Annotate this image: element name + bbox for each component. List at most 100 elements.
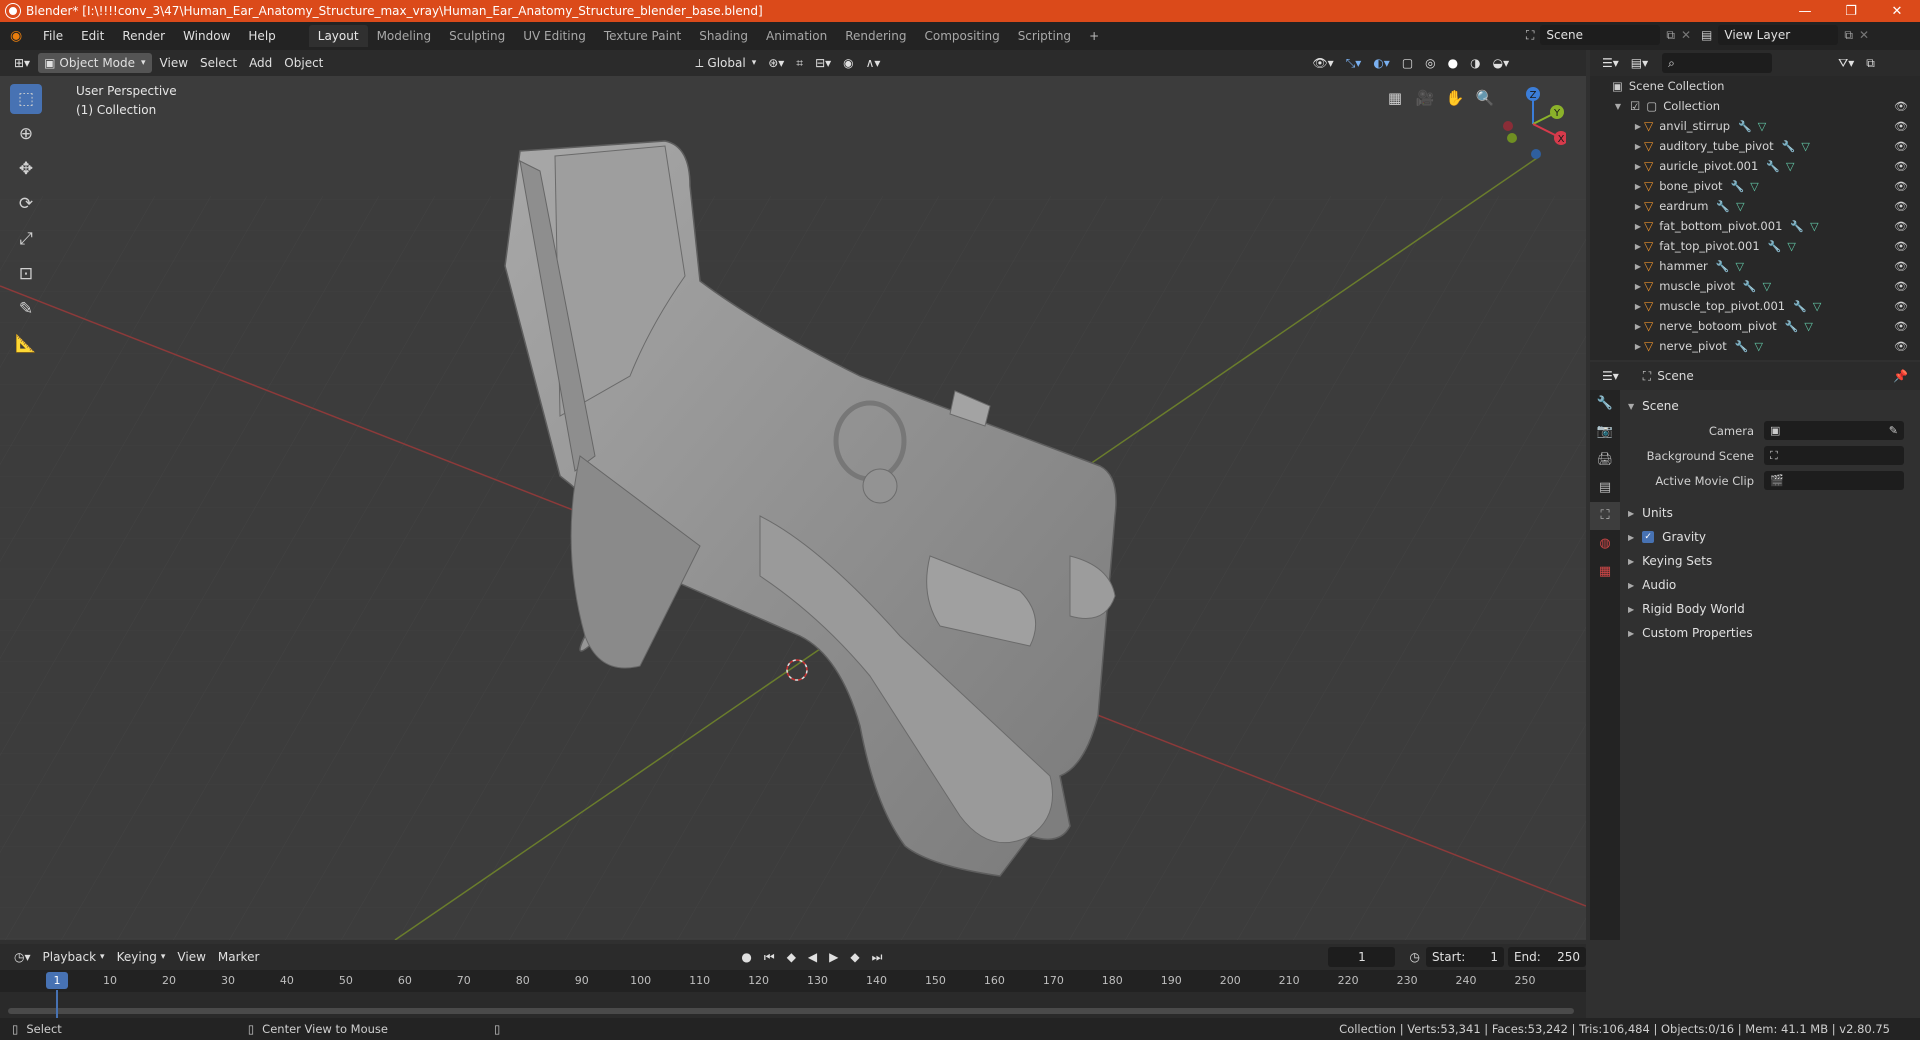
navigation-gizmo[interactable]: Z Y X <box>1500 86 1566 162</box>
record-button[interactable]: ● <box>735 947 757 967</box>
background-scene-field[interactable]: ⛶ <box>1764 446 1904 465</box>
tab-uv-editing[interactable]: UV Editing <box>514 25 595 47</box>
tool-tab-icon[interactable]: 🔧 <box>1590 390 1620 418</box>
proportional-edit-icon[interactable]: ◉ <box>837 53 859 73</box>
new-scene-icon[interactable]: ⧉ <box>1666 28 1675 43</box>
modifier-wrench-icon[interactable]: 🔧 <box>1768 240 1782 253</box>
menu-window[interactable]: Window <box>174 29 239 43</box>
tab-shading[interactable]: Shading <box>690 25 757 47</box>
units-section[interactable]: ▶ Units <box>1620 501 1920 525</box>
mesh-data-icon[interactable]: ▽ <box>1787 240 1795 253</box>
modifier-wrench-icon[interactable]: 🔧 <box>1793 300 1807 313</box>
menu-add[interactable]: Add <box>243 53 278 73</box>
texture-tab-icon[interactable]: ▦ <box>1590 558 1620 586</box>
timeline-scrollbar[interactable] <box>8 1008 1574 1014</box>
expand-object-icon[interactable]: ▶ <box>1632 122 1644 131</box>
outliner-item[interactable]: ▶ ▽ hammer 🔧 ▽ 👁 <box>1590 256 1920 276</box>
play-button[interactable]: ▶ <box>823 947 844 967</box>
menu-timeline-view[interactable]: View <box>171 947 211 967</box>
scene-panel-header[interactable]: ▼ Scene <box>1620 394 1920 418</box>
tab-rendering[interactable]: Rendering <box>836 25 915 47</box>
outliner-collection[interactable]: ▼ ☑ ▢ Collection 👁 <box>1590 96 1920 116</box>
cursor-tool-icon[interactable]: ⊕ <box>10 119 42 149</box>
outliner-item[interactable]: ▶ ▽ muscle_top_pivot.001 🔧 ▽ 👁 <box>1590 296 1920 316</box>
eyedropper-icon[interactable]: ✎ <box>1889 424 1898 437</box>
playhead-line[interactable] <box>56 990 58 1018</box>
outliner-item[interactable]: ▶ ▽ fat_top_pivot.001 🔧 ▽ 👁 <box>1590 236 1920 256</box>
visibility-eye-icon[interactable]: 👁 <box>1894 320 1908 333</box>
mesh-data-icon[interactable]: ▽ <box>1786 160 1794 173</box>
end-frame-field[interactable]: End: 250 <box>1507 947 1586 967</box>
rotate-tool-icon[interactable]: ⟳ <box>10 189 42 219</box>
scale-tool-icon[interactable]: ⤢ <box>10 224 42 254</box>
view-layer-icon[interactable]: ▤ <box>1701 28 1712 42</box>
menu-keying[interactable]: Keying ▾ <box>111 947 172 967</box>
gravity-section[interactable]: ▶ ✓ Gravity <box>1620 525 1920 549</box>
modifier-wrench-icon[interactable]: 🔧 <box>1790 220 1804 233</box>
play-reverse-button[interactable]: ◀ <box>802 947 823 967</box>
select-box-tool-icon[interactable]: ⬚ <box>10 84 42 114</box>
expand-object-icon[interactable]: ▶ <box>1632 262 1644 271</box>
menu-help[interactable]: Help <box>239 29 284 43</box>
rigid-body-world-section[interactable]: ▶ Rigid Body World <box>1620 597 1920 621</box>
menu-render[interactable]: Render <box>113 29 174 43</box>
snap-icon[interactable]: ⌗ <box>790 53 809 73</box>
minimize-button[interactable]: — <box>1782 0 1828 22</box>
mesh-data-icon[interactable]: ▽ <box>1736 200 1744 213</box>
tab-animation[interactable]: Animation <box>757 25 836 47</box>
jump-start-button[interactable]: ⏮ <box>758 947 781 967</box>
audio-section[interactable]: ▶ Audio <box>1620 573 1920 597</box>
expand-object-icon[interactable]: ▶ <box>1632 242 1644 251</box>
transform-tool-icon[interactable]: ⊡ <box>10 259 42 289</box>
visibility-eye-icon[interactable]: 👁 <box>1894 200 1908 213</box>
scene-icon[interactable]: ⛶ <box>1526 28 1534 43</box>
maximize-button[interactable]: ❐ <box>1828 0 1874 22</box>
grid-view-icon[interactable]: ▦ <box>1380 86 1410 110</box>
modifier-wrench-icon[interactable]: 🔧 <box>1716 200 1730 213</box>
move-tool-icon[interactable]: ✥ <box>10 154 42 184</box>
3d-viewport[interactable]: User Perspective (1) Collection ▦ 🎥 ✋ 🔍 … <box>0 76 1586 940</box>
world-tab-icon[interactable]: ◍ <box>1590 530 1620 558</box>
properties-editor-type-icon[interactable]: ☰▾ <box>1596 366 1625 386</box>
outliner-item[interactable]: ▶ ▽ auditory_tube_pivot 🔧 ▽ 👁 <box>1590 136 1920 156</box>
blender-menu-icon[interactable]: ◉ <box>10 28 26 44</box>
outliner-item[interactable]: ▶ ▽ bone_pivot 🔧 ▽ 👁 <box>1590 176 1920 196</box>
visibility-eye-icon[interactable]: 👁 <box>1894 300 1908 313</box>
expand-object-icon[interactable]: ▶ <box>1632 162 1644 171</box>
active-movie-clip-field[interactable]: 🎬 <box>1764 471 1904 490</box>
outliner-item[interactable]: ▶ ▽ anvil_stirrup 🔧 ▽ 👁 <box>1590 116 1920 136</box>
outliner-search-input[interactable]: ⌕ <box>1662 53 1773 73</box>
mesh-data-icon[interactable]: ▽ <box>1763 280 1771 293</box>
orientation-selector[interactable]: ⟂ Global ▾ <box>689 53 762 73</box>
modifier-wrench-icon[interactable]: 🔧 <box>1735 340 1749 353</box>
modifier-wrench-icon[interactable]: 🔧 <box>1738 120 1752 133</box>
outliner-item[interactable]: ▶ ▽ nerve_botoom_pivot 🔧 ▽ 👁 <box>1590 316 1920 336</box>
expand-object-icon[interactable]: ▶ <box>1632 282 1644 291</box>
zoom-icon[interactable]: 🔍 <box>1470 86 1500 110</box>
remove-scene-icon[interactable]: ✕ <box>1681 28 1691 42</box>
scene-tab-icon[interactable]: ⛶ <box>1590 502 1620 530</box>
modifier-wrench-icon[interactable]: 🔧 <box>1743 280 1757 293</box>
camera-field[interactable]: ▣ ✎ <box>1764 421 1904 440</box>
visibility-eye-icon[interactable]: 👁 <box>1894 180 1908 193</box>
editor-type-icon[interactable]: ⊞▾ <box>8 53 36 73</box>
menu-file[interactable]: File <box>34 29 72 43</box>
gizmo-toggle-icon[interactable]: ⤡▾ <box>1340 53 1368 73</box>
shading-rendered-icon[interactable]: ◒▾ <box>1487 53 1516 73</box>
view-layer-field[interactable]: View Layer <box>1718 25 1839 45</box>
timeline[interactable]: 1 10 20 30 40 50 60 70 80 90 100 110 120 130 140 150 160… <box>0 970 1586 1018</box>
expand-object-icon[interactable]: ▶ <box>1632 302 1644 311</box>
gravity-checkbox[interactable]: ✓ <box>1642 531 1655 543</box>
mesh-data-icon[interactable]: ▽ <box>1804 320 1812 333</box>
outliner-editor-type-icon[interactable]: ☰▾ <box>1596 53 1625 73</box>
preview-range-icon[interactable]: ◷ <box>1403 947 1425 967</box>
xray-icon[interactable]: ▢ <box>1396 53 1419 73</box>
shading-wireframe-icon[interactable]: ◎ <box>1419 53 1441 73</box>
view-layer-tab-icon[interactable]: ▤ <box>1590 474 1620 502</box>
visibility-eye-icon[interactable]: 👁 <box>1894 140 1908 153</box>
outliner-scene-collection[interactable]: ▣ Scene Collection <box>1590 76 1920 96</box>
expand-object-icon[interactable]: ▶ <box>1632 142 1644 151</box>
expand-object-icon[interactable]: ▶ <box>1632 202 1644 211</box>
keying-sets-section[interactable]: ▶ Keying Sets <box>1620 549 1920 573</box>
visibility-eye-icon[interactable]: 👁 <box>1894 120 1908 133</box>
